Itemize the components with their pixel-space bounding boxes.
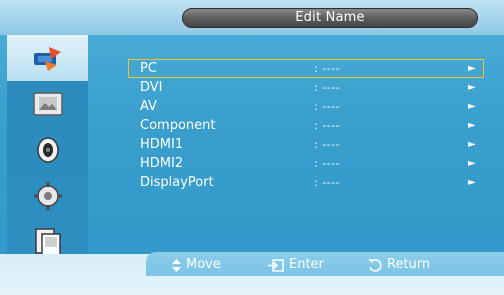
enter-hint: Enter <box>268 256 324 274</box>
up-down-arrow-icon <box>172 258 181 272</box>
sidebar-item-sound[interactable] <box>7 127 88 173</box>
menu-item-label: DisplayPort <box>140 175 214 190</box>
arrow-right-icon: ► <box>468 101 476 112</box>
sidebar <box>7 35 88 275</box>
return-icon <box>368 259 382 272</box>
arrow-right-icon: ► <box>468 177 476 188</box>
edit-name-menu: PC : ---- ► DVI : ---- ► AV : ---- ► Com… <box>128 59 484 192</box>
menu-item-displayport[interactable]: DisplayPort : ---- ► <box>128 173 484 192</box>
arrow-right-icon: ► <box>468 139 476 150</box>
menu-item-value: : ---- <box>314 176 341 189</box>
return-hint: Return <box>368 256 430 274</box>
menu-item-label: Component <box>140 118 216 133</box>
enter-label: Enter <box>289 257 324 272</box>
menu-item-value: : ---- <box>314 119 341 132</box>
move-hint: Move <box>172 256 221 274</box>
menu-item-dvi[interactable]: DVI : ---- ► <box>128 78 484 97</box>
return-label: Return <box>387 257 431 272</box>
menu-item-value: : ---- <box>314 157 341 170</box>
menu-item-label: PC <box>140 61 157 76</box>
sound-icon <box>36 137 59 163</box>
menu-item-value: : ---- <box>314 100 341 113</box>
menu-item-component[interactable]: Component : ---- ► <box>128 116 484 135</box>
arrow-right-icon: ► <box>468 158 476 169</box>
title-bar: Edit Name <box>0 0 504 35</box>
menu-item-label: HDMI1 <box>140 137 184 152</box>
menu-item-value: : ---- <box>314 62 341 75</box>
arrow-right-icon: ► <box>468 63 476 74</box>
sidebar-item-picture[interactable] <box>7 81 88 127</box>
menu-item-value: : ---- <box>314 138 341 151</box>
page-title: Edit Name <box>182 8 478 28</box>
menu-item-av[interactable]: AV : ---- ► <box>128 97 484 116</box>
enter-icon <box>268 258 284 272</box>
menu-item-label: DVI <box>140 80 163 95</box>
menu-item-value: : ---- <box>314 81 341 94</box>
menu-item-label: AV <box>140 99 157 114</box>
osd-screen: Edit Name PC: ---- ► DVI: ---- ► AV: … <box>0 0 504 295</box>
menu-item-label: HDMI2 <box>140 156 184 171</box>
setup-icon <box>33 182 62 210</box>
menu-item-pc[interactable]: PC : ---- ► <box>128 59 484 78</box>
menu-item-hdmi2[interactable]: HDMI2 : ---- ► <box>128 154 484 173</box>
sidebar-item-setup[interactable] <box>7 173 88 219</box>
move-label: Move <box>186 257 221 272</box>
arrow-right-icon: ► <box>468 82 476 93</box>
arrow-right-icon: ► <box>468 120 476 131</box>
menu-item-hdmi1[interactable]: HDMI1 : ---- ► <box>128 135 484 154</box>
picture-icon <box>32 92 63 116</box>
sidebar-item-input[interactable] <box>7 35 88 81</box>
input-icon <box>33 47 61 71</box>
